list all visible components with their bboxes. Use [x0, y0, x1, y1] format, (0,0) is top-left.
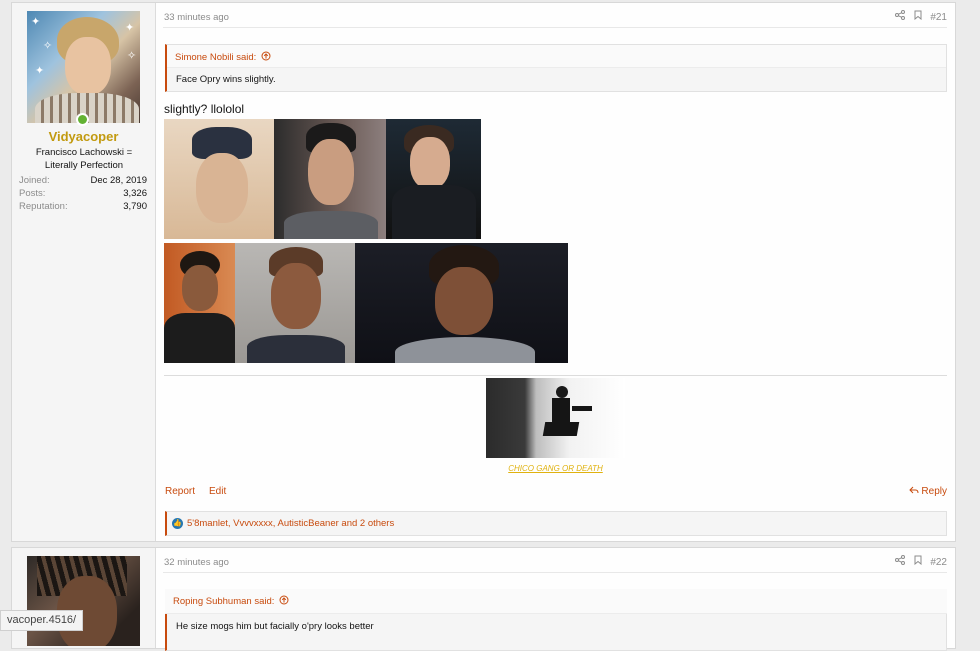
user-sidebar [12, 548, 156, 648]
post-image-2[interactable] [274, 119, 386, 239]
bookmark-icon[interactable] [914, 10, 922, 23]
share-icon[interactable] [894, 10, 905, 23]
post-meta: 32 minutes ago #22 [163, 548, 947, 573]
reactions-bar[interactable]: 👍 5'8manlet, Vvvvxxxx, AutisticBeaner an… [165, 511, 947, 536]
post-image-5[interactable] [235, 243, 355, 363]
reply-button[interactable]: Reply [908, 486, 947, 497]
stat-posts: Posts: 3,326 [19, 188, 147, 199]
signature-divider [164, 375, 947, 376]
user-title: Francisco Lachowski = Literally Perfecti… [35, 147, 133, 171]
post-image-6[interactable] [355, 243, 568, 363]
quote-author[interactable]: Simone Nobili said: [175, 51, 271, 63]
message-cell: 33 minutes ago #21 Simone Nobili said: F… [163, 3, 947, 541]
avatar[interactable]: ✦ ✧ ✦ ✦ ✧ [27, 11, 140, 123]
status-bar-url: vacoper.4516/ [0, 610, 84, 631]
post-21: ✦ ✧ ✦ ✦ ✧ Vidyacoper Francisco Lachowski… [11, 2, 956, 542]
post-number[interactable]: #22 [930, 557, 947, 568]
edit-link[interactable]: Edit [209, 486, 226, 497]
reply-arrow-icon [908, 486, 922, 497]
reactions-list[interactable]: 5'8manlet, Vvvvxxxx, AutisticBeaner and … [187, 518, 394, 529]
post-image-3[interactable] [386, 119, 481, 239]
stat-joined: Joined: Dec 28, 2019 [19, 175, 147, 186]
post-number[interactable]: #21 [930, 12, 947, 23]
post-meta: 33 minutes ago #21 [163, 3, 947, 28]
stat-reputation: Reputation: 3,790 [19, 201, 147, 212]
post-image-4[interactable] [164, 243, 235, 363]
share-icon[interactable] [894, 555, 905, 568]
user-sidebar: ✦ ✧ ✦ ✦ ✧ Vidyacoper Francisco Lachowski… [12, 3, 156, 541]
signature-image [486, 378, 625, 458]
thumbs-up-icon: 👍 [172, 518, 183, 529]
arrow-up-circle-icon[interactable] [259, 51, 271, 63]
post-time[interactable]: 32 minutes ago [164, 557, 229, 568]
post-image-1[interactable] [164, 119, 274, 239]
post-body-text: slightly? llololol [164, 102, 245, 116]
signature-caption[interactable]: CHICO GANG OR DEATH [486, 464, 625, 473]
quote-text: He size mogs him but facially o'pry look… [176, 621, 374, 632]
online-status-icon [76, 113, 89, 126]
quote-text: Face Opry wins slightly. [176, 74, 276, 85]
post-time[interactable]: 33 minutes ago [164, 12, 229, 23]
quote-block: Simone Nobili said: Face Opry wins sligh… [165, 44, 947, 92]
bookmark-icon[interactable] [914, 555, 922, 568]
username[interactable]: Vidyacoper [12, 129, 155, 144]
report-link[interactable]: Report [165, 486, 195, 497]
post-22: 32 minutes ago #22 Roping Subhuman said: [11, 547, 956, 651]
quote-block: Roping Subhuman said: He size mogs him b… [165, 589, 947, 651]
message-cell: 32 minutes ago #22 Roping Subhuman said: [163, 548, 947, 651]
arrow-up-circle-icon[interactable] [277, 595, 289, 607]
avatar[interactable] [27, 556, 140, 646]
quote-author[interactable]: Roping Subhuman said: [173, 595, 289, 607]
